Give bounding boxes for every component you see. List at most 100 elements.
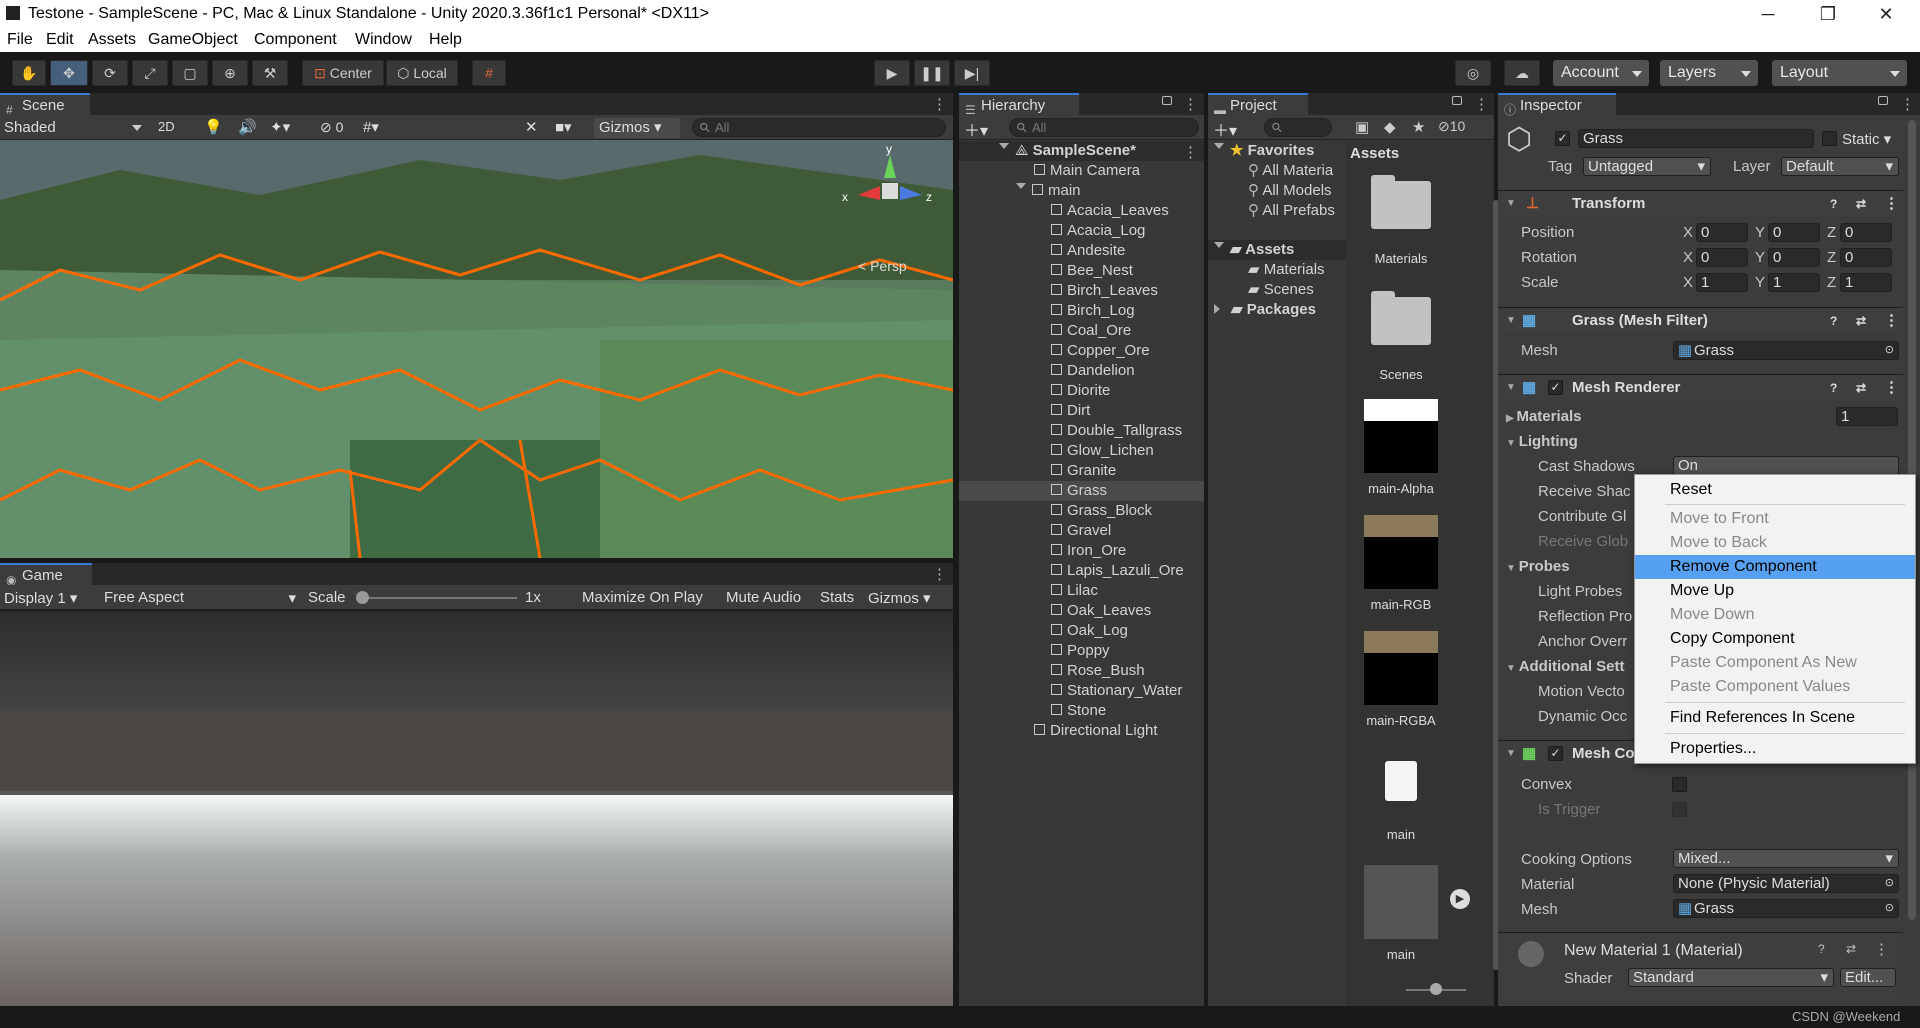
menu-item-paste-values[interactable]: Paste Component Values: [1635, 675, 1915, 699]
help-icon[interactable]: ?: [1830, 308, 1837, 334]
menu-item-move-down[interactable]: Move Down: [1635, 603, 1915, 627]
preset-icon[interactable]: ⇄: [1846, 942, 1856, 956]
effects-icon[interactable]: ✦▾: [270, 118, 290, 136]
menu-assets[interactable]: Assets: [88, 31, 136, 49]
transform-position-x-field[interactable]: 0: [1696, 223, 1748, 242]
hidden-packages-toggle[interactable]: ⊘10: [1438, 118, 1465, 135]
menu-edit[interactable]: Edit: [46, 31, 74, 49]
tools-icon[interactable]: ✕: [525, 118, 538, 136]
hierarchy-item[interactable]: Stationary_Water: [1051, 681, 1182, 701]
asset-main-model[interactable]: main: [1346, 865, 1456, 962]
hierarchy-item[interactable]: Double_Tallgrass: [1051, 421, 1182, 441]
menu-item-move-up[interactable]: Move Up: [1635, 579, 1915, 603]
menu-item-properties[interactable]: Properties...: [1635, 737, 1915, 761]
scene-row-menu-icon[interactable]: ⋮: [1183, 143, 1198, 161]
menu-window[interactable]: Window: [355, 31, 412, 49]
aspect-dropdown[interactable]: Free Aspect ▾: [104, 589, 296, 607]
menu-item-paste-as-new[interactable]: Paste Component As New: [1635, 651, 1915, 675]
audio-icon[interactable]: 🔊: [238, 118, 257, 136]
scale-tool-icon[interactable]: ⤢: [132, 60, 168, 86]
transform-rotation-y-field[interactable]: 0: [1768, 248, 1820, 267]
scene-menu-icon[interactable]: ⋮: [932, 95, 947, 113]
asset-main-file[interactable]: main: [1346, 761, 1456, 842]
object-picker-icon[interactable]: ⊙: [1885, 900, 1894, 917]
hierarchy-item[interactable]: Granite: [1051, 461, 1116, 481]
mesh-filter-mesh-field[interactable]: ▦ Grass ⊙: [1673, 341, 1899, 360]
hierarchy-item[interactable]: Lilac: [1051, 581, 1098, 601]
game-gizmos-dropdown[interactable]: Gizmos ▾: [868, 589, 931, 607]
transform-rotation-x-field[interactable]: 0: [1696, 248, 1748, 267]
transform-scale-z-field[interactable]: 1: [1840, 273, 1892, 292]
preset-icon[interactable]: ⇄: [1856, 375, 1866, 401]
menu-gameobject[interactable]: GameObject: [148, 31, 238, 49]
camera-icon[interactable]: ■▾: [555, 118, 572, 136]
game-menu-icon[interactable]: ⋮: [932, 565, 947, 583]
favorite-item-models[interactable]: ⚲ All Models: [1248, 181, 1332, 201]
create-add-icon[interactable]: ＋▾: [964, 117, 988, 141]
hierarchy-item[interactable]: Stone: [1051, 701, 1106, 721]
orientation-gizmo[interactable]: y x z: [842, 142, 932, 230]
hierarchy-item-main[interactable]: main: [1016, 181, 1081, 201]
mesh-renderer-header[interactable]: ▼ ▦ ✓ Mesh Renderer ? ⇄ ⋮: [1498, 374, 1903, 400]
hierarchy-search-input[interactable]: All: [1009, 118, 1199, 137]
hierarchy-menu-icon[interactable]: ⋮: [1183, 95, 1198, 113]
menu-file[interactable]: File: [7, 31, 33, 49]
tag-dropdown[interactable]: Untagged ▾: [1583, 157, 1711, 176]
object-picker-icon[interactable]: ⊙: [1885, 875, 1894, 892]
2d-toggle[interactable]: 2D: [158, 119, 175, 134]
cooking-options-dropdown[interactable]: Mixed... ▾: [1673, 849, 1899, 868]
menu-item-remove-component[interactable]: Remove Component: [1635, 555, 1915, 579]
hierarchy-item[interactable]: Lapis_Lazuli_Ore: [1051, 561, 1184, 581]
scene-root-row[interactable]: ⟁ SampleScene*: [959, 141, 1204, 161]
is-trigger-checkbox[interactable]: [1672, 802, 1687, 817]
assets-folder-row[interactable]: ▰ Assets: [1208, 240, 1348, 260]
hierarchy-item[interactable]: Bee_Nest: [1051, 261, 1133, 281]
hierarchy-item-main-camera[interactable]: Main Camera: [1034, 161, 1140, 181]
materials-foldout[interactable]: ▶ Materials: [1506, 408, 1582, 425]
gameobject-name-input[interactable]: Grass: [1578, 129, 1814, 148]
menu-item-find-references[interactable]: Find References In Scene: [1635, 706, 1915, 730]
shading-mode-dropdown[interactable]: Shaded: [4, 119, 146, 136]
asset-main-alpha[interactable]: main-Alpha: [1346, 399, 1456, 496]
scene-viewport[interactable]: y x z < Persp: [0, 140, 953, 558]
static-dropdown[interactable]: Static ▾: [1842, 130, 1891, 148]
play-icon[interactable]: ▶: [874, 60, 910, 86]
transform-position-z-field[interactable]: 0: [1840, 223, 1892, 242]
hierarchy-item[interactable]: Birch_Log: [1051, 301, 1135, 321]
shader-dropdown[interactable]: Standard ▾: [1628, 968, 1834, 987]
transform-header[interactable]: ▼ ⊥ Transform ? ⇄ ⋮: [1498, 190, 1903, 216]
inspector-menu-icon[interactable]: ⋮: [1900, 95, 1915, 113]
hierarchy-item[interactable]: Andesite: [1051, 241, 1125, 261]
display-dropdown[interactable]: Display 1 ▾: [4, 589, 77, 607]
pivot-center-button[interactable]: ⊡ Center: [302, 60, 384, 86]
hierarchy-item[interactable]: Oak_Log: [1051, 621, 1128, 641]
preset-icon[interactable]: ⇄: [1856, 191, 1866, 217]
rect-tool-icon[interactable]: ▢: [172, 60, 208, 86]
help-icon[interactable]: ?: [1830, 375, 1837, 401]
filter-type-icon[interactable]: ▣: [1355, 118, 1369, 136]
physic-material-field[interactable]: None (Physic Material) ⊙: [1673, 874, 1899, 893]
minimize-icon[interactable]: ─: [1740, 0, 1796, 28]
gizmos-dropdown[interactable]: Gizmos ▾: [594, 118, 680, 138]
tab-scene[interactable]: # Scene: [0, 93, 90, 117]
preset-icon[interactable]: ⇄: [1856, 308, 1866, 334]
rotate-tool-icon[interactable]: ⟳: [92, 60, 128, 86]
hierarchy-item[interactable]: Birch_Leaves: [1051, 281, 1158, 301]
hierarchy-item[interactable]: Acacia_Log: [1051, 221, 1145, 241]
cast-shadows-dropdown[interactable]: On: [1673, 456, 1899, 475]
hierarchy-item[interactable]: Coal_Ore: [1051, 321, 1131, 341]
menu-item-move-to-back[interactable]: Move to Back: [1635, 531, 1915, 555]
favorites-row[interactable]: ★ Favorites: [1214, 141, 1314, 161]
lock-icon[interactable]: [1452, 96, 1462, 105]
hierarchy-item[interactable]: Copper_Ore: [1051, 341, 1150, 361]
thumbnail-size-handle[interactable]: [1430, 983, 1442, 995]
layer-dropdown[interactable]: Default ▾: [1781, 157, 1899, 176]
mesh-collider-enabled-checkbox[interactable]: ✓: [1548, 746, 1563, 761]
additional-settings-foldout[interactable]: ▼ Additional Sett: [1506, 658, 1625, 675]
component-menu-icon[interactable]: ⋮: [1874, 940, 1889, 958]
hierarchy-item[interactable]: Oak_Leaves: [1051, 601, 1151, 621]
stats-toggle[interactable]: Stats: [820, 589, 854, 606]
hierarchy-item[interactable]: Grass_Block: [1051, 501, 1152, 521]
tab-game[interactable]: ◉ Game: [0, 563, 92, 587]
asset-scenes-folder[interactable]: Scenes: [1346, 291, 1456, 382]
